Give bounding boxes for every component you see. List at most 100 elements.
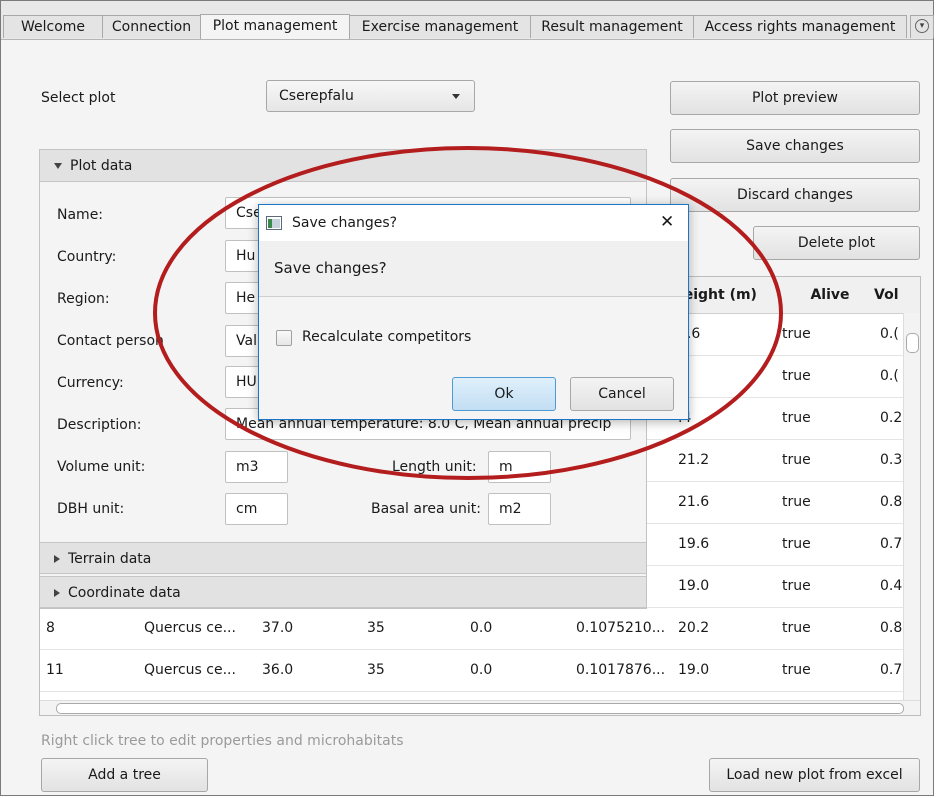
plot-data-section-header[interactable]: Plot data	[40, 150, 646, 182]
select-plot-label: Select plot	[41, 90, 116, 106]
table-cell-alive: true	[782, 494, 811, 510]
tab-overflow-menu-button[interactable]: ▾	[910, 15, 934, 38]
table-cell-height: 19.6	[678, 536, 710, 552]
table-cell-vol: 0.7	[880, 662, 903, 678]
table-cell-alive: true	[782, 662, 811, 678]
chevron-down-icon: ▾	[915, 19, 929, 33]
plot-data-title: Plot data	[70, 158, 133, 174]
plot-select-dropdown[interactable]: Cserepfalu	[266, 80, 475, 112]
table-row[interactable]: 8 Quercus ce... 37.0 35 0.0 0.1075210... 20.2 t…	[40, 607, 920, 650]
table-cell-alive: true	[782, 452, 811, 468]
length-unit-field[interactable]: m	[488, 451, 551, 483]
table-cell-vol: 0.2	[880, 410, 903, 426]
table-cell-c3: 36.0	[262, 662, 294, 678]
coordinate-data-section-header[interactable]: Coordinate data	[40, 576, 646, 608]
table-cell-vol: 0.4	[880, 578, 903, 594]
table-cell-height: 21.2	[678, 452, 710, 468]
plot-select-value: Cserepfalu	[279, 88, 354, 104]
table-cell-species: Quercus ce...	[144, 620, 236, 636]
terrain-data-section-header[interactable]: Terrain data	[40, 542, 646, 574]
table-cell-species: Quercus ce...	[144, 662, 236, 678]
table-row[interactable]: 11 Quercus ce... 36.0 35 0.0 0.1017876... 19.0…	[40, 649, 920, 692]
cancel-button[interactable]: Cancel	[570, 377, 674, 411]
scrollbar-thumb[interactable]	[56, 703, 904, 714]
tab-exercise-management[interactable]: Exercise management	[349, 15, 531, 38]
terrain-data-title: Terrain data	[68, 551, 152, 567]
region-label: Region:	[57, 291, 110, 307]
save-changes-dialog: Save changes? ✕ Save changes? Recalculat…	[258, 204, 689, 420]
length-unit-label: Length unit:	[392, 459, 477, 475]
dbh-unit-label: DBH unit:	[57, 501, 125, 517]
tab-welcome[interactable]: Welcome	[3, 15, 103, 38]
country-label: Country:	[57, 249, 117, 265]
dbh-unit-field[interactable]: cm	[225, 493, 288, 525]
close-icon[interactable]: ✕	[660, 212, 674, 232]
table-cell-alive: true	[782, 578, 811, 594]
tab-result-management[interactable]: Result management	[530, 15, 694, 38]
dialog-header: Save changes?	[259, 241, 688, 297]
volume-unit-field[interactable]: m3	[225, 451, 288, 483]
table-cell-c6: 0.1075210...	[576, 620, 666, 636]
contact-person-label: Contact person	[57, 333, 164, 349]
table-cell-vol: 0.(	[880, 326, 899, 342]
ok-button[interactable]: Ok	[452, 377, 556, 411]
table-cell-c5: 0.0	[470, 662, 493, 678]
table-cell-vol: 0.(	[880, 368, 899, 384]
table-cell-alive: true	[782, 326, 811, 342]
table-horizontal-scrollbar[interactable]	[40, 700, 920, 715]
table-cell-height: 19.0	[678, 662, 710, 678]
delete-plot-button[interactable]: Delete plot	[753, 226, 920, 260]
table-cell-c5: 0.0	[470, 620, 493, 636]
table-cell-c6: 0.1017876...	[576, 662, 666, 678]
recalculate-competitors-checkbox[interactable]	[276, 330, 292, 346]
save-changes-button[interactable]: Save changes	[670, 129, 920, 163]
volume-unit-label: Volume unit:	[57, 459, 146, 475]
table-cell-height: 20.2	[678, 620, 710, 636]
currency-label: Currency:	[57, 375, 124, 391]
load-plot-from-excel-button[interactable]: Load new plot from excel	[709, 758, 920, 792]
tab-access-rights-management[interactable]: Access rights management	[693, 15, 907, 38]
tab-plot-management[interactable]: Plot management	[200, 14, 350, 39]
table-cell-c4: 35	[367, 620, 385, 636]
dialog-body: Recalculate competitors Ok Cancel	[259, 297, 688, 419]
table-cell-c3: 37.0	[262, 620, 294, 636]
table-cell-vol: 0.8	[880, 620, 903, 636]
app-window-icon	[266, 216, 282, 230]
table-cell-id: 8	[46, 620, 55, 636]
tab-connection[interactable]: Connection	[102, 15, 201, 38]
column-header-vol[interactable]: Vol	[874, 277, 914, 313]
table-cell-vol: 0.8	[880, 494, 903, 510]
table-cell-height: 21.6	[678, 494, 710, 510]
dialog-header-text: Save changes?	[274, 259, 387, 277]
name-label: Name:	[57, 207, 104, 223]
basal-area-unit-field[interactable]: m2	[488, 493, 551, 525]
plot-preview-button[interactable]: Plot preview	[670, 81, 920, 115]
hint-text: Right click tree to edit properties and …	[41, 733, 404, 749]
column-header-alive[interactable]: Alive	[780, 277, 880, 313]
table-cell-alive: true	[782, 410, 811, 426]
tab-bar: Welcome Connection Plot management Exerc…	[1, 1, 934, 40]
description-label: Description:	[57, 417, 142, 433]
scrollbar-thumb[interactable]	[906, 333, 919, 353]
collapsed-triangle-icon	[54, 589, 60, 597]
collapsed-triangle-icon	[54, 555, 60, 563]
dialog-title-bar[interactable]: Save changes? ✕	[259, 205, 688, 241]
table-cell-id: 11	[46, 662, 64, 678]
table-cell-height: 19.0	[678, 578, 710, 594]
dialog-title: Save changes?	[292, 215, 398, 231]
coordinate-data-title: Coordinate data	[68, 585, 181, 601]
table-vertical-scrollbar[interactable]	[903, 313, 920, 701]
table-cell-vol: 0.3	[880, 452, 903, 468]
table-cell-alive: true	[782, 368, 811, 384]
table-cell-vol: 0.7	[880, 536, 903, 552]
chevron-down-icon	[452, 94, 460, 99]
table-cell-alive: true	[782, 536, 811, 552]
basal-area-unit-label: Basal area unit:	[371, 501, 481, 517]
discard-changes-button[interactable]: Discard changes	[670, 178, 920, 212]
application-window: Welcome Connection Plot management Exerc…	[0, 0, 934, 796]
recalculate-competitors-label[interactable]: Recalculate competitors	[302, 329, 471, 345]
table-cell-c4: 35	[367, 662, 385, 678]
table-cell-alive: true	[782, 620, 811, 636]
add-tree-button[interactable]: Add a tree	[41, 758, 208, 792]
expanded-triangle-icon	[54, 163, 62, 169]
